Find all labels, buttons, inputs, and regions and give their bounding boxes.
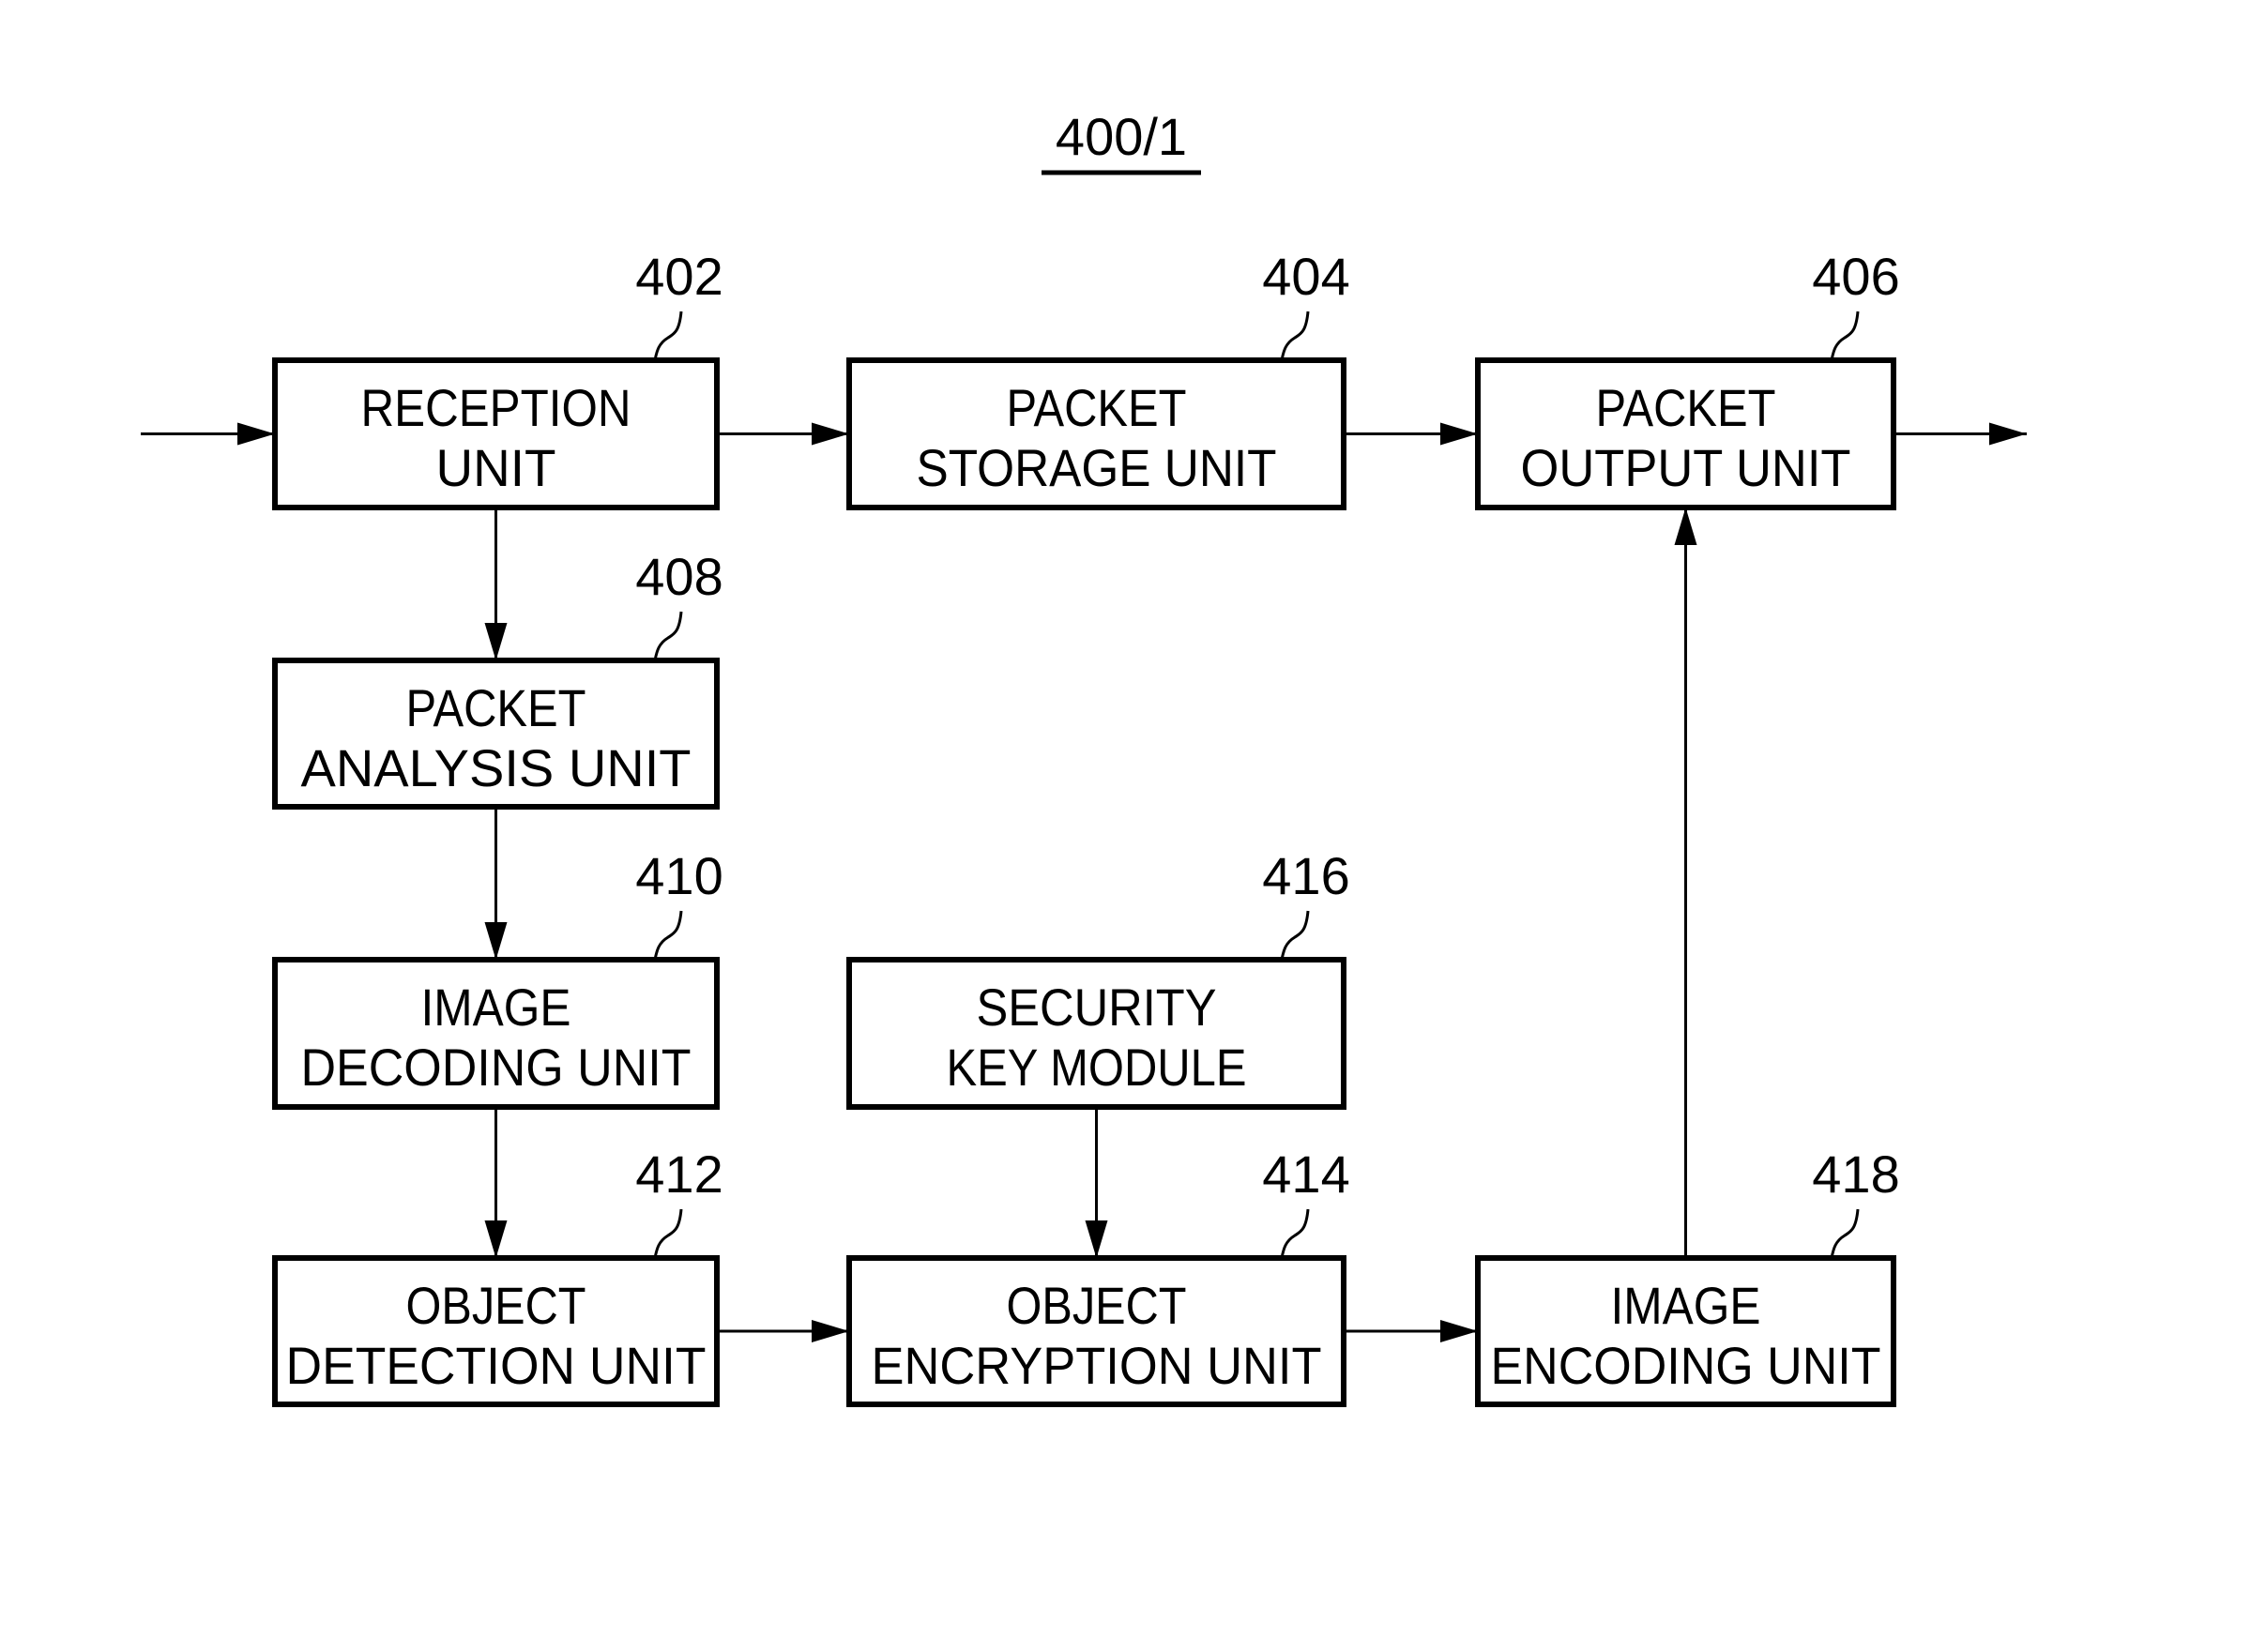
reference-numeral: 418	[1812, 1144, 1899, 1204]
block-label-line: ENCRYPTION UNIT	[872, 1336, 1322, 1395]
block-414: OBJECTENCRYPTION UNIT 414	[846, 1144, 1350, 1407]
leader-line	[653, 1208, 683, 1259]
block-label-line: IMAGE	[421, 978, 571, 1037]
block-label-line: IMAGE	[1611, 1276, 1761, 1335]
reference-numeral: 408	[635, 547, 722, 606]
leader-line	[1280, 1208, 1310, 1259]
block-410: IMAGEDECODING UNIT 410	[272, 846, 723, 1110]
reference-numeral: 412	[635, 1144, 722, 1204]
block-418: IMAGEENCODING UNIT 418	[1475, 1144, 1900, 1407]
block-label-line: STORAGE UNIT	[917, 438, 1277, 497]
block-label-line: ENCODING UNIT	[1491, 1336, 1881, 1395]
block-label-line: ANALYSIS UNIT	[301, 738, 692, 797]
reference-numeral: 414	[1262, 1144, 1349, 1204]
block-label-line: DETECTION UNIT	[286, 1336, 707, 1395]
leader-line	[1830, 311, 1860, 361]
block-412: OBJECTDETECTION UNIT 412	[272, 1144, 723, 1407]
block-label-line: OUTPUT UNIT	[1521, 438, 1851, 497]
block-408: PACKETANALYSIS UNIT 408	[272, 547, 723, 810]
block-label-line: SECURITY	[977, 978, 1217, 1037]
leader-line	[1830, 1208, 1860, 1259]
block-label-line: OBJECT	[406, 1276, 586, 1335]
leader-line	[653, 311, 683, 361]
block-label-line: UNIT	[436, 438, 556, 497]
reference-numeral: 416	[1262, 846, 1349, 905]
block-diagram: 400/1 RECEPTIONUNIT402PACKETSTORAGE UNIT…	[141, 107, 2027, 1407]
block-label-line: RECEPTION	[361, 378, 631, 437]
leader-line	[653, 910, 683, 961]
leader-line	[653, 611, 683, 661]
leader-line	[1280, 311, 1310, 361]
block-406: PACKETOUTPUT UNIT 406	[1475, 247, 1900, 510]
leader-line	[1280, 910, 1310, 961]
block-404: PACKETSTORAGE UNIT 404	[846, 247, 1350, 510]
reference-numeral: 402	[635, 247, 722, 306]
reference-numeral: 406	[1812, 247, 1899, 306]
reference-numeral: 410	[635, 846, 722, 905]
block-label-line: OBJECT	[1007, 1276, 1187, 1335]
block-label-line: DECODING UNIT	[301, 1038, 692, 1097]
block-402: RECEPTIONUNIT 402	[272, 247, 723, 510]
block-label-line: PACKET	[1007, 378, 1187, 437]
block-label-line: KEY MODULE	[947, 1038, 1247, 1097]
reference-numeral: 404	[1262, 247, 1349, 306]
block-label-line: PACKET	[1596, 378, 1776, 437]
block-416: SECURITYKEY MODULE 416	[846, 846, 1350, 1110]
block-label-line: PACKET	[406, 678, 586, 737]
figure-title: 400/1	[1056, 107, 1187, 166]
